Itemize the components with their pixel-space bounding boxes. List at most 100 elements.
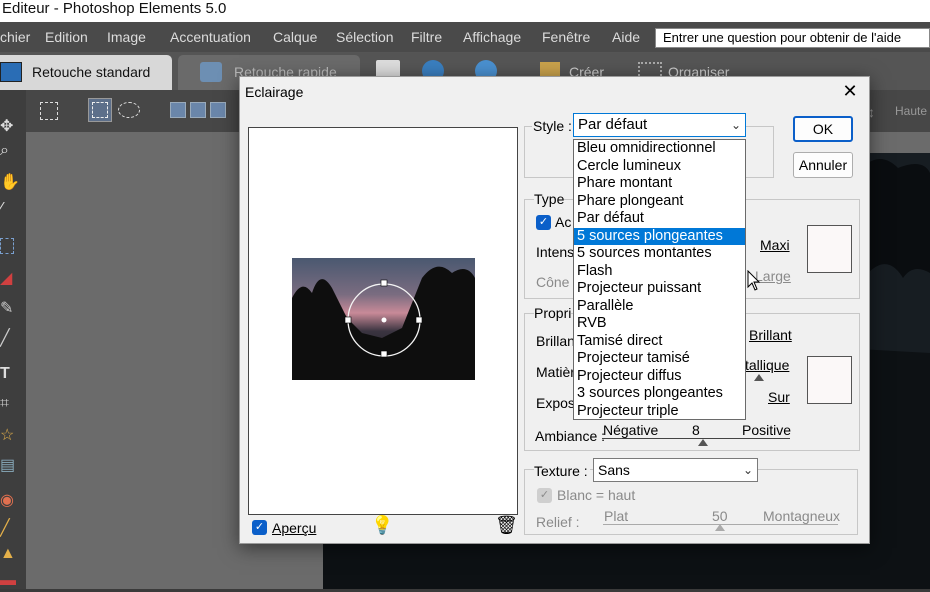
menu-calque[interactable]: Calque (273, 29, 317, 45)
menu-fenetre[interactable]: Fenêtre (542, 29, 590, 45)
style-option[interactable]: 5 sources montantes (574, 245, 745, 263)
close-icon[interactable]: ✕ (840, 81, 860, 102)
rect-select-inner-icon (92, 102, 108, 118)
zoom-tool-icon[interactable]: ⌕ (0, 142, 18, 162)
style-option[interactable]: Projecteur tamisé (574, 350, 745, 368)
cone-label: Cône (536, 274, 570, 290)
menu-affichage[interactable]: Affichage (463, 29, 521, 45)
cursor-icon (747, 270, 761, 291)
style-option[interactable]: RVB (574, 315, 745, 333)
preview-checkbox[interactable]: ✓ (252, 520, 267, 535)
style-option[interactable]: 3 sources plongeantes (574, 385, 745, 403)
style-dropdown-list: Bleu omnidirectionnel Cercle lumineux Ph… (573, 139, 746, 420)
marquee-tool-icon[interactable] (0, 238, 14, 254)
marquee-rect-icon[interactable] (40, 102, 58, 120)
type-label: Type (534, 191, 565, 207)
style-label: Style : (532, 118, 573, 134)
exposure-label: Expos (536, 395, 575, 411)
healing-tool-icon[interactable]: ╱ (0, 518, 18, 538)
text-tool-icon[interactable]: T (0, 365, 18, 385)
light-handle[interactable] (292, 258, 475, 380)
style-select-value: Par défaut (578, 116, 648, 133)
style-option[interactable]: Par défaut (574, 210, 745, 228)
cursor-icon: ↕ (868, 104, 875, 120)
style-option[interactable]: Parallèle (574, 298, 745, 316)
move-tool-icon[interactable]: ✥ (0, 116, 18, 136)
preview-label: Aperçu (272, 520, 317, 536)
texture-chevron-down-icon: ⌄ (742, 463, 753, 477)
help-search-input[interactable]: Entrer une question pour obtenir de l'ai… (655, 28, 930, 48)
standard-edit-icon (0, 62, 22, 82)
bulb-icon[interactable]: 💡 (371, 515, 393, 536)
ambiance-min-label: Négative (603, 422, 659, 438)
quick-edit-icon (200, 62, 222, 82)
eyedropper-tool-icon[interactable]: ⁄ (0, 200, 18, 220)
intensity-label: Intens (536, 244, 575, 260)
eraser-tool-icon[interactable]: ▬ (0, 572, 18, 592)
relief-label: Relief : (536, 514, 580, 530)
red-eye-tool-icon[interactable]: ◉ (0, 490, 18, 510)
menu-selection[interactable]: Sélection (336, 29, 394, 45)
add-selection-icon[interactable] (190, 102, 206, 118)
magic-wand-tool-icon[interactable]: ✎ (0, 298, 18, 318)
style-option-selected[interactable]: 5 sources plongeantes (574, 227, 745, 245)
relief-min-label: Plat (604, 508, 629, 524)
ambiance-label: Ambiance : (535, 428, 606, 444)
exposure-max-label: Sur (768, 389, 790, 405)
ambiance-value: 8 (692, 422, 700, 438)
intensity-max-label: Maxi (760, 237, 790, 253)
lighting-dialog: Eclairage ✕ ✓ Aperçu 💡 🗑 Style : Par déf… (239, 76, 870, 544)
relief-slider-thumb[interactable] (715, 524, 725, 531)
menu-accentuation[interactable]: Accentuation (170, 29, 251, 45)
relief-max-label: Montagneux (763, 508, 841, 524)
subtract-selection-icon[interactable] (210, 102, 226, 118)
cancel-button[interactable]: Annuler (793, 152, 853, 178)
style-select[interactable]: Par défaut ⌄ (573, 113, 746, 137)
style-option[interactable]: Projecteur triple (574, 403, 745, 421)
new-selection-icon[interactable] (170, 102, 186, 118)
style-option[interactable]: Bleu omnidirectionnel (574, 140, 745, 158)
menu-image[interactable]: Image (107, 29, 146, 45)
menu-aide[interactable]: Aide (612, 29, 640, 45)
style-option[interactable]: Phare plongeant (574, 193, 745, 211)
chevron-down-icon: ⌄ (730, 118, 741, 132)
menu-fichier[interactable]: chier (0, 29, 30, 45)
tab-retouche-standard[interactable]: Retouche standard (0, 55, 172, 90)
ambiance-slider-thumb[interactable] (698, 439, 708, 446)
toolbox: ✥ ⌕ ✋ ⁄ ◢ ✎ ╱ T ⌗ ☆ ▤ ◉ ╱ ▲ ▬ (0, 90, 26, 589)
ok-button[interactable]: OK (793, 116, 853, 142)
preview-panel (248, 127, 518, 515)
trash-icon[interactable]: 🗑 (495, 515, 518, 536)
brillance-max-label: Brillant (749, 327, 792, 343)
white-high-checkbox[interactable]: ✓ (537, 488, 552, 503)
menu-filtre[interactable]: Filtre (411, 29, 442, 45)
stamp-tool-icon[interactable]: ▤ (0, 455, 18, 475)
preview-image (292, 258, 475, 380)
ellipse-select-icon[interactable] (118, 102, 140, 118)
style-option[interactable]: Projecteur puissant (574, 280, 745, 298)
lasso-tool-icon[interactable]: ◢ (0, 268, 18, 288)
style-option[interactable]: Phare montant (574, 175, 745, 193)
bucket-tool-icon[interactable]: ▲ (0, 545, 18, 565)
style-option[interactable]: Projecteur diffus (574, 368, 745, 386)
light-color-swatch[interactable] (807, 225, 852, 273)
menu-edition[interactable]: Edition (45, 29, 88, 45)
properties-label: Propri (534, 305, 572, 321)
crop-tool-icon[interactable]: ⌗ (0, 395, 18, 415)
brillance-label: Brillan (536, 333, 575, 349)
ambiance-slider-track[interactable] (602, 438, 790, 439)
tab-standard-label: Retouche standard (32, 64, 151, 80)
matiere-label: Matièr (536, 364, 575, 380)
light-on-checkbox[interactable]: ✓ (536, 215, 551, 230)
selection-brush-tool-icon[interactable]: ╱ (0, 328, 18, 348)
style-option[interactable]: Flash (574, 263, 745, 281)
texture-select[interactable]: Sans ⌄ (593, 458, 758, 482)
texture-label: Texture : (534, 463, 590, 479)
style-option[interactable]: Tamisé direct (574, 333, 745, 351)
hand-tool-icon[interactable]: ✋ (0, 172, 20, 192)
style-option[interactable]: Cercle lumineux (574, 158, 745, 176)
ambient-color-swatch[interactable] (807, 356, 852, 404)
app-title: Editeur - Photoshop Elements 5.0 (0, 0, 930, 22)
matiere-slider-thumb[interactable] (754, 374, 764, 381)
shape-tool-icon[interactable]: ☆ (0, 425, 18, 445)
